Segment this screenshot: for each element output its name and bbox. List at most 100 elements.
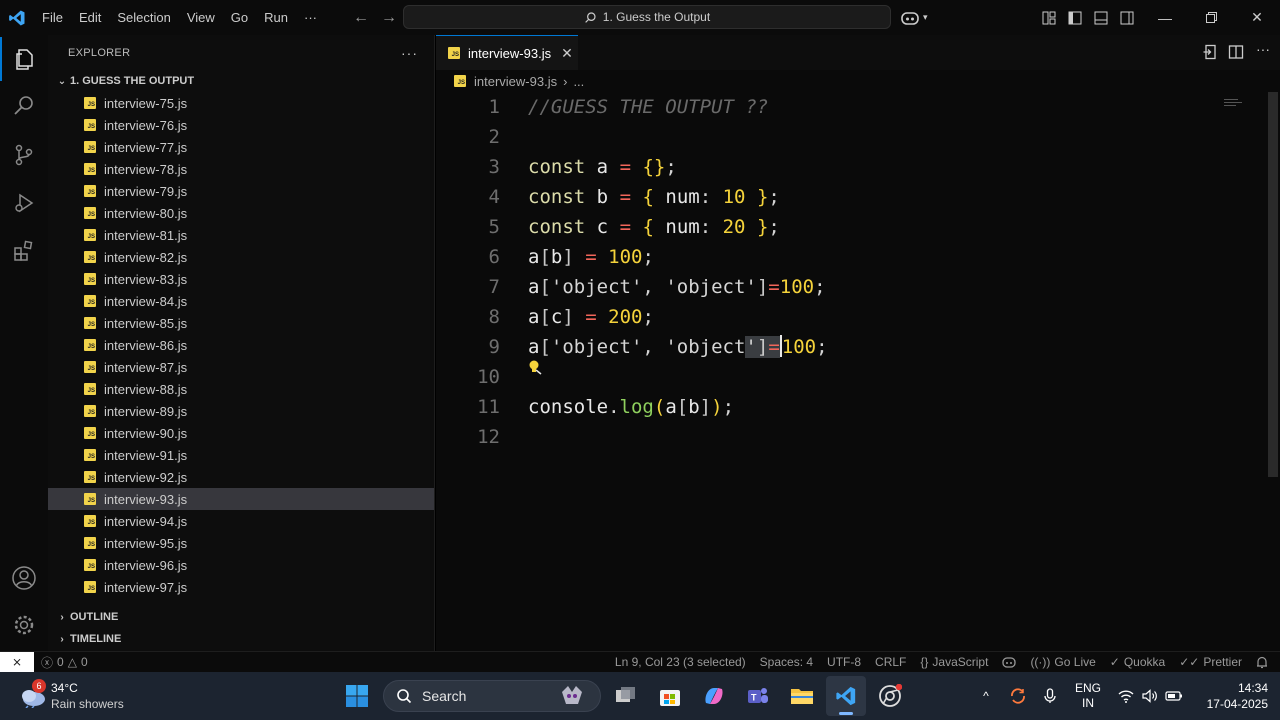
source-control-icon[interactable] [0,133,48,177]
end-of-line[interactable]: CRLF [868,652,913,673]
menu-go[interactable]: Go [223,0,256,35]
menu-edit[interactable]: Edit [71,0,109,35]
show-hidden-icons[interactable]: ^ [975,672,997,720]
clock[interactable]: 14:34 17-04-2025 [1194,672,1268,720]
encoding[interactable]: UTF-8 [820,652,868,673]
wifi-icon[interactable] [1116,672,1136,720]
file-item[interactable]: JS interview-83.js [48,268,434,290]
file-item[interactable]: JS interview-75.js [48,92,434,114]
file-item[interactable]: JS interview-92.js [48,466,434,488]
copilot-icon [901,11,919,25]
file-item[interactable]: JS interview-97.js [48,576,434,598]
weather-widget[interactable]: 6 34°C Rain showers [14,678,124,714]
file-item[interactable]: JS interview-87.js [48,356,434,378]
volume-icon[interactable] [1140,672,1160,720]
run-debug-icon[interactable] [0,181,48,225]
file-item[interactable]: JS interview-77.js [48,136,434,158]
chrome-icon[interactable] [870,676,910,716]
minimize-icon[interactable]: — [1142,0,1188,35]
notifications-bell-icon[interactable] [1249,652,1280,673]
file-item[interactable]: JS interview-88.js [48,378,434,400]
breadcrumb-file[interactable]: interview-93.js [474,74,557,89]
split-editor-icon[interactable] [1228,44,1244,65]
breadcrumb-separator: › [563,73,568,89]
tab-interview-93[interactable]: JS interview-93.js ✕ [436,35,578,70]
search-icon[interactable] [0,83,48,127]
close-icon[interactable]: ✕ [1234,0,1280,35]
folder-root[interactable]: ⌄ 1. GUESS THE OUTPUT [48,70,434,92]
back-arrow-icon[interactable]: ← [347,9,375,27]
file-item[interactable]: JS interview-84.js [48,290,434,312]
activity-bar [0,35,48,651]
settings-gear-icon[interactable] [0,603,48,647]
file-item[interactable]: JS interview-96.js [48,554,434,576]
file-explorer-icon[interactable] [782,676,822,716]
toggle-panel-icon[interactable] [1088,0,1114,35]
file-item[interactable]: JS interview-79.js [48,180,434,202]
go-live-button[interactable]: ((·)) Go Live [1023,652,1102,673]
file-item[interactable]: JS interview-81.js [48,224,434,246]
js-file-icon: JS [84,273,96,285]
problems-indicator[interactable]: ⓧ 0 △ 0 [34,652,95,673]
close-tab-icon[interactable]: ✕ [561,45,573,62]
file-item[interactable]: JS interview-90.js [48,422,434,444]
accounts-icon[interactable] [0,556,48,600]
input-language[interactable]: ENG IN [1066,672,1110,720]
file-item[interactable]: JS interview-76.js [48,114,434,136]
js-file-icon: JS [84,229,96,241]
remote-icon[interactable]: ⨯ [0,651,34,673]
editor-scrollbar[interactable] [1268,92,1278,477]
file-item[interactable]: JS interview-78.js [48,158,434,180]
outline-section[interactable]: › OUTLINE [48,606,435,628]
task-view-icon[interactable] [606,676,646,716]
menu-more[interactable]: ··· [296,0,325,35]
breadcrumb-more[interactable]: ... [573,74,584,89]
timeline-section[interactable]: › TIMELINE [48,628,435,650]
language-mode[interactable]: {} JavaScript [913,652,995,673]
indentation[interactable]: Spaces: 4 [753,652,820,673]
prettier-button[interactable]: ✓✓ Prettier [1172,652,1249,673]
vscode-taskbar-icon[interactable] [826,676,866,716]
menu-view[interactable]: View [179,0,223,35]
restore-icon[interactable] [1188,0,1234,35]
file-item[interactable]: JS interview-91.js [48,444,434,466]
file-item[interactable]: JS interview-95.js [48,532,434,554]
start-button[interactable] [337,676,377,716]
explorer-icon[interactable] [0,37,48,81]
file-item[interactable]: JS interview-82.js [48,246,434,268]
microsoft-store-icon[interactable] [650,676,690,716]
file-item[interactable]: JS interview-94.js [48,510,434,532]
forward-arrow-icon[interactable]: → [375,9,403,27]
code-comment: //GUESS THE OUTPUT ?? [528,96,769,118]
battery-icon[interactable] [1164,672,1184,720]
file-item[interactable]: JS interview-89.js [48,400,434,422]
more-actions-icon[interactable]: ··· [401,45,418,61]
file-item[interactable]: JS interview-86.js [48,334,434,356]
minimap[interactable] [1224,95,1244,106]
teams-icon[interactable]: T [738,676,778,716]
customize-layout-icon[interactable] [1036,0,1062,35]
file-item[interactable]: JS interview-93.js [48,488,434,510]
code-editor[interactable]: 1//GUESS THE OUTPUT ?? 2 3 const a = {}; … [436,92,1280,632]
menu-run[interactable]: Run [256,0,296,35]
toggle-secondary-sidebar-icon[interactable] [1114,0,1140,35]
file-item[interactable]: JS interview-80.js [48,202,434,224]
taskbar-search[interactable]: Search [383,680,601,712]
extensions-icon[interactable] [0,229,48,273]
editor-more-icon[interactable]: ··· [1256,41,1270,57]
copilot-menu[interactable]: ▾ [900,0,928,35]
quokka-button[interactable]: ✓ Quokka [1103,652,1172,673]
toggle-primary-sidebar-icon[interactable] [1062,0,1088,35]
command-center[interactable]: 1. Guess the Output [403,5,891,29]
file-item[interactable]: JS interview-85.js [48,312,434,334]
sync-app-icon[interactable] [1006,672,1030,720]
open-changes-icon[interactable] [1202,44,1218,65]
lightbulb-icon[interactable] [528,354,542,384]
copilot-status-icon[interactable] [995,652,1023,673]
check-icon: ✓ [1109,655,1120,669]
cursor-position[interactable]: Ln 9, Col 23 (3 selected) [608,652,753,673]
microphone-icon[interactable] [1040,672,1060,720]
menu-file[interactable]: File [34,0,71,35]
copilot-app-icon[interactable] [694,676,734,716]
menu-selection[interactable]: Selection [109,0,178,35]
